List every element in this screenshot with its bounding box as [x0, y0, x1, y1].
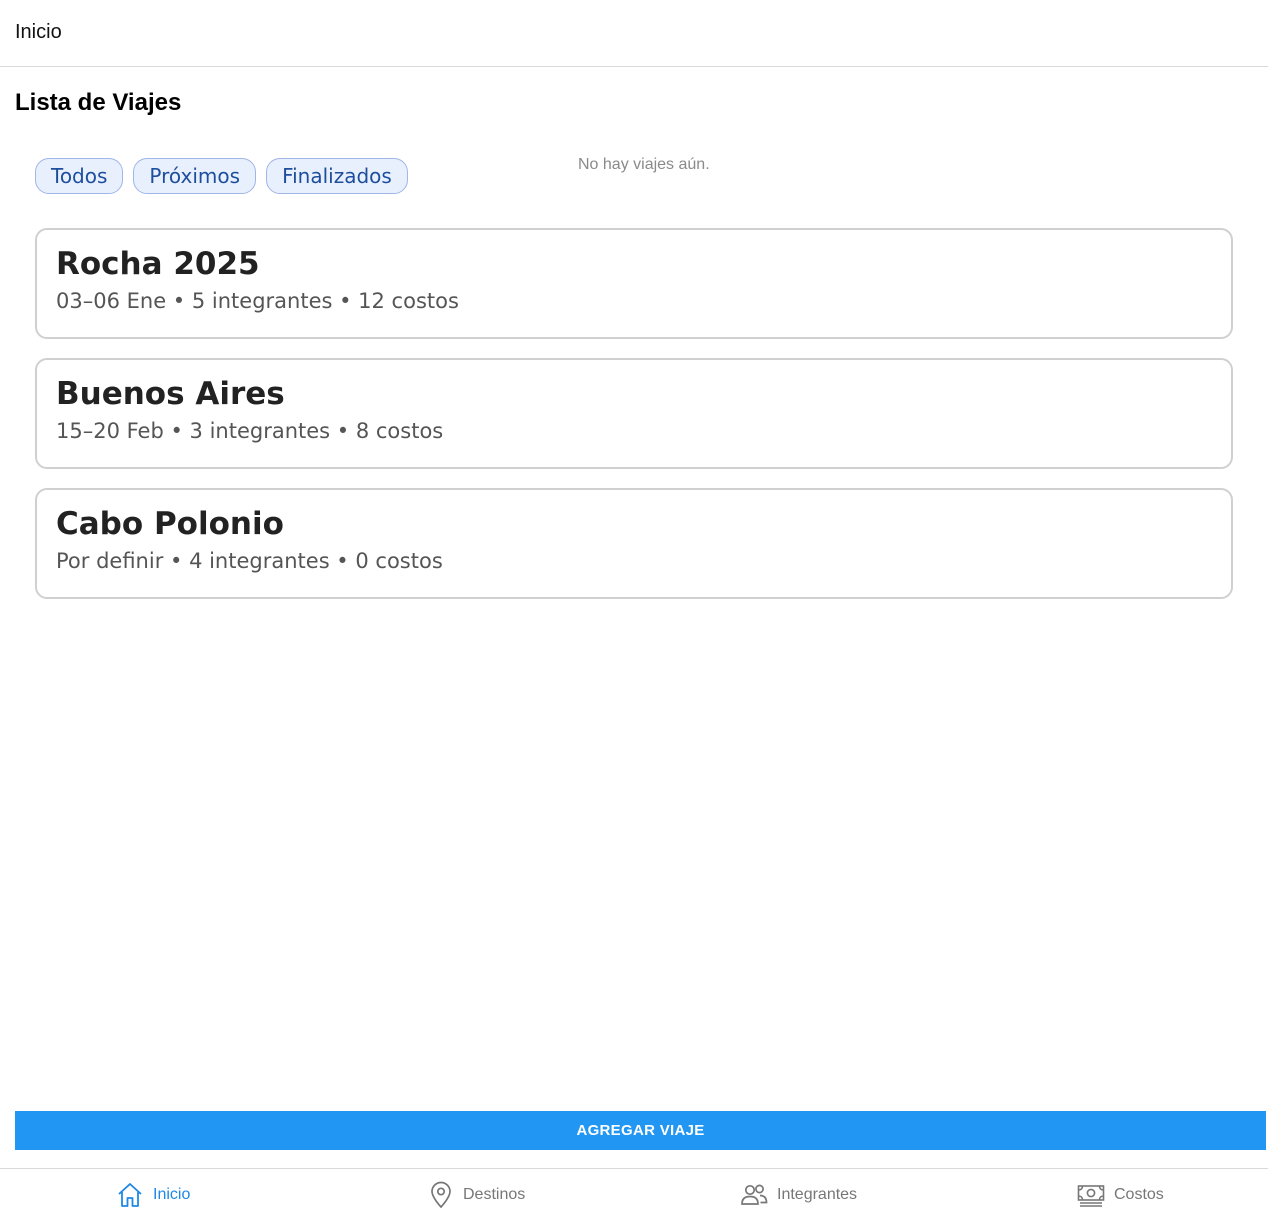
map-pin-icon [428, 1181, 454, 1209]
people-icon [740, 1183, 768, 1207]
trip-card[interactable]: Buenos Aires 15–20 Feb • 3 integrantes •… [35, 358, 1233, 469]
nav-item-costos[interactable]: Costos [1077, 1169, 1164, 1220]
empty-message: No hay viajes aún. [578, 156, 710, 173]
header-title: Inicio [15, 21, 62, 43]
trip-meta: 15–20 Feb • 3 integrantes • 8 costos [56, 419, 444, 443]
trip-card[interactable]: Cabo Polonio Por definir • 4 integrantes… [35, 488, 1233, 599]
filter-chips: Todos Próximos Finalizados [35, 158, 408, 194]
nav-label-costos: Costos [1114, 1186, 1164, 1203]
home-icon [116, 1181, 144, 1209]
nav-item-integrantes[interactable]: Integrantes [740, 1169, 857, 1220]
trip-name: Buenos Aires [56, 376, 285, 412]
trip-card[interactable]: Rocha 2025 03–06 Ene • 5 integrantes • 1… [35, 228, 1233, 339]
app-header: Inicio [0, 0, 1268, 67]
nav-label-inicio: Inicio [153, 1186, 191, 1203]
trip-name: Rocha 2025 [56, 246, 260, 282]
page-title: Lista de Viajes [15, 89, 182, 116]
trip-meta: Por definir • 4 integrantes • 0 costos [56, 549, 443, 573]
trip-name: Cabo Polonio [56, 506, 284, 542]
trip-meta: 03–06 Ene • 5 integrantes • 12 costos [56, 289, 459, 313]
nav-item-inicio[interactable]: Inicio [116, 1169, 190, 1220]
nav-item-destinos[interactable]: Destinos [428, 1169, 525, 1220]
filter-chip-proximos[interactable]: Próximos [133, 158, 257, 194]
filter-chip-finalizados[interactable]: Finalizados [266, 158, 408, 194]
trip-list: Rocha 2025 03–06 Ene • 5 integrantes • 1… [35, 228, 1233, 618]
add-trip-button[interactable]: AGREGAR VIAJE [15, 1111, 1266, 1150]
filter-chip-todos[interactable]: Todos [35, 158, 124, 194]
nav-label-destinos: Destinos [463, 1186, 526, 1203]
nav-label-integrantes: Integrantes [777, 1186, 858, 1203]
money-icon [1077, 1183, 1105, 1207]
bottom-nav: Inicio Destinos Integrantes Costos [0, 1168, 1268, 1220]
